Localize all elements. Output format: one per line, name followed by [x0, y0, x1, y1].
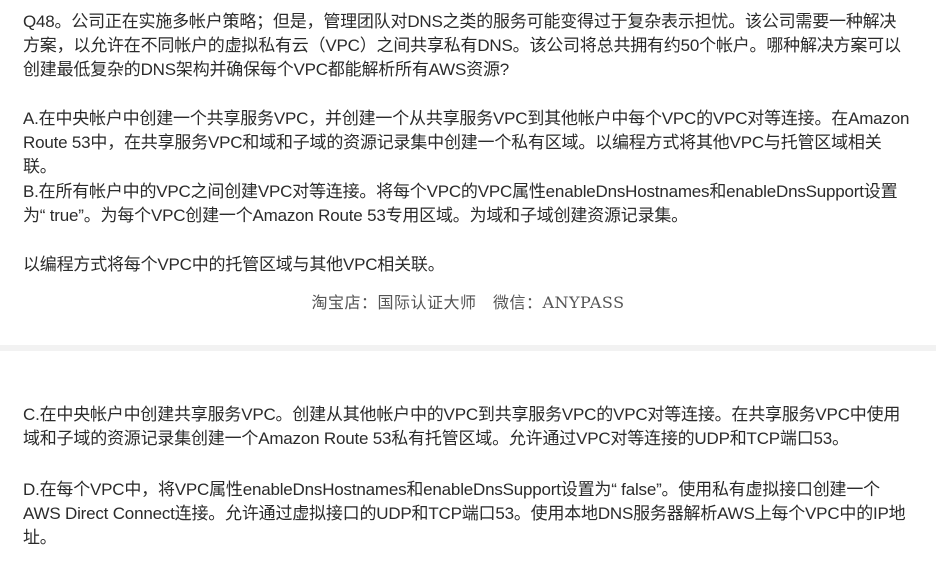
option-d-text: D.在每个VPC中，将VPC属性enableDnsHostnames和enabl…: [23, 480, 906, 547]
question-text: Q48。公司正在实施多帐户策略；但是，管理团队对DNS之类的服务可能变得过于复杂…: [23, 12, 901, 79]
document-page-top: Q48。公司正在实施多帐户策略；但是，管理团队对DNS之类的服务可能变得过于复杂…: [0, 0, 936, 345]
document-page-bottom: C.在中央帐户中创建共享服务VPC。创建从其他帐户中的VPC到共享服务VPC的V…: [0, 351, 936, 565]
option-b-continuation-text: 以编程方式将每个VPC中的托管区域与其他VPC相关联。: [23, 255, 445, 274]
option-a-text: A.在中央帐户中创建一个共享服务VPC，并创建一个从共享服务VPC到其他帐户中每…: [23, 109, 910, 176]
option-c-text: C.在中央帐户中创建共享服务VPC。创建从其他帐户中的VPC到共享服务VPC的V…: [23, 405, 901, 448]
option-b-text: B.在所有帐户中的VPC之间创建VPC对等连接。将每个VPC的VPC属性enab…: [23, 182, 898, 225]
watermark-text: 淘宝店：国际认证大师 微信：ANYPASS: [311, 293, 625, 312]
